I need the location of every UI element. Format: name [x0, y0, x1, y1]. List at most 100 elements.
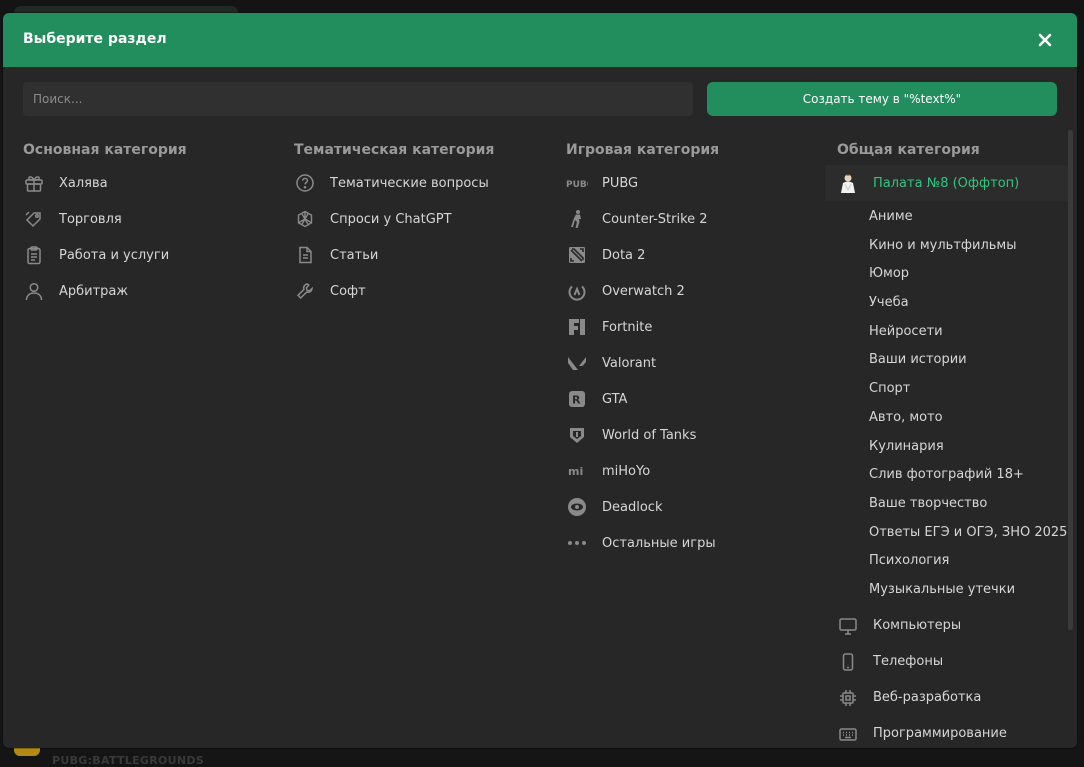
category-item-dota2[interactable]: Dota 2: [566, 237, 836, 273]
subcategory-anime[interactable]: Аниме: [837, 204, 1077, 233]
subcategory-creativity[interactable]: Ваше творчество: [837, 491, 1077, 520]
subcategory-movies[interactable]: Кино и мультфильмы: [837, 233, 1077, 262]
category-item-gta[interactable]: R GTA: [566, 381, 836, 417]
subcategory-exam-answers[interactable]: Ответы ЕГЭ и ОГЭ, ЗНО 2025: [837, 520, 1077, 549]
phone-icon: [837, 651, 859, 673]
category-item-offtop[interactable]: Палата №8 (Оффтоп): [825, 165, 1072, 201]
user-icon: [23, 280, 45, 302]
category-item-computers[interactable]: Компьютеры: [837, 608, 1077, 644]
category-item-label: Арбитраж: [59, 283, 129, 299]
category-item-label: Остальные игры: [602, 535, 716, 551]
avatar-icon: [837, 172, 859, 194]
category-item-label: Valorant: [602, 355, 657, 371]
tag-icon: [23, 208, 45, 230]
category-item-deadlock[interactable]: Deadlock: [566, 489, 836, 525]
category-item-wot[interactable]: World of Tanks: [566, 417, 836, 453]
svg-text:mi: mi: [568, 465, 583, 478]
pubg-icon: PUBG: [566, 172, 588, 194]
subcategory-study[interactable]: Учеба: [837, 290, 1077, 319]
subcategory-auto-moto[interactable]: Авто, мото: [837, 405, 1077, 434]
category-item-pubg[interactable]: PUBG PUBG: [566, 165, 836, 201]
dota-icon: [566, 244, 588, 266]
subcategory-photos-18[interactable]: Слив фотографий 18+: [837, 462, 1077, 491]
category-item-label: Counter-Strike 2: [602, 211, 708, 227]
game-category-column: Игровая категория PUBG PUBG Counter-Stri…: [566, 141, 836, 561]
chip-icon: [837, 687, 859, 709]
subcategory-psychology[interactable]: Психология: [837, 548, 1077, 577]
modal-header: Выберите раздел: [3, 13, 1077, 67]
category-item-label: Веб-разработка: [873, 690, 982, 706]
wrench-icon: [294, 280, 316, 302]
modal-title: Выберите раздел: [23, 31, 167, 47]
category-item-label: Overwatch 2: [602, 283, 685, 299]
deadlock-icon: [566, 496, 588, 518]
category-item-label: Deadlock: [602, 499, 663, 515]
category-item-label: Fortnite: [602, 319, 653, 335]
category-item-label: Компьютеры: [873, 618, 962, 634]
category-item-label: Dota 2: [602, 247, 646, 263]
monitor-icon: [837, 615, 859, 637]
svg-text:PUBG: PUBG: [566, 180, 588, 189]
category-item-label: GTA: [602, 391, 628, 407]
question-icon: [294, 172, 316, 194]
subcategory-sport[interactable]: Спорт: [837, 376, 1077, 405]
category-item-phones[interactable]: Телефоны: [837, 644, 1077, 680]
main-category-title: Основная категория: [23, 142, 187, 158]
category-item-label: Работа и услуги: [59, 247, 170, 263]
document-icon: [294, 244, 316, 266]
subcategory-stories[interactable]: Ваши истории: [837, 347, 1077, 376]
category-item-overwatch[interactable]: Overwatch 2: [566, 273, 836, 309]
category-item-arbitrage[interactable]: Арбитраж: [23, 273, 293, 309]
category-item-mihoyo[interactable]: mi miHoYo: [566, 453, 836, 489]
openai-icon: [294, 208, 316, 230]
category-item-label: Софт: [330, 283, 366, 299]
game-category-title: Игровая категория: [566, 142, 720, 158]
keyboard-icon: [837, 723, 859, 745]
category-item-fortnite[interactable]: Fortnite: [566, 309, 836, 345]
category-item-label: Халява: [59, 175, 108, 191]
thematic-category-title: Тематическая категория: [294, 142, 495, 158]
category-item-label: Спроси у ChatGPT: [330, 211, 452, 227]
subcategory-cooking[interactable]: Кулинария: [837, 434, 1077, 463]
scrollbar[interactable]: [1068, 130, 1073, 630]
category-item-programming[interactable]: Программирование: [837, 716, 1077, 748]
search-input[interactable]: [23, 82, 693, 116]
subcategory-humor[interactable]: Юмор: [837, 261, 1077, 290]
general-category-title: Общая категория: [837, 142, 980, 158]
category-item-label: World of Tanks: [602, 427, 697, 443]
svg-text:R: R: [572, 394, 581, 407]
category-item-label: miHoYo: [602, 463, 651, 479]
close-icon: [1038, 33, 1052, 47]
category-item-label: Телефоны: [873, 654, 944, 670]
counter-strike-icon: [566, 208, 588, 230]
category-item-questions[interactable]: Тематические вопросы: [294, 165, 564, 201]
rockstar-icon: R: [566, 388, 588, 410]
category-item-label: Торговля: [59, 211, 122, 227]
create-topic-button[interactable]: Создать тему в "%text%": [707, 82, 1057, 116]
close-button[interactable]: [1035, 30, 1055, 50]
fortnite-icon: [566, 316, 588, 338]
category-item-articles[interactable]: Статьи: [294, 237, 564, 273]
clipboard-icon: [23, 244, 45, 266]
category-item-web-dev[interactable]: Веб-разработка: [837, 680, 1077, 716]
category-item-other-games[interactable]: Остальные игры: [566, 525, 836, 561]
category-item-software[interactable]: Софт: [294, 273, 564, 309]
category-item-trade[interactable]: Торговля: [23, 201, 293, 237]
category-item-cs2[interactable]: Counter-Strike 2: [566, 201, 836, 237]
category-item-jobs[interactable]: Работа и услуги: [23, 237, 293, 273]
main-category-column: Основная категория Халява Торговля Работ…: [23, 141, 293, 309]
subcategory-neural-networks[interactable]: Нейросети: [837, 319, 1077, 348]
category-item-label: PUBG: [602, 175, 639, 191]
category-item-free[interactable]: Халява: [23, 165, 293, 201]
category-item-valorant[interactable]: Valorant: [566, 345, 836, 381]
valorant-icon: [566, 352, 588, 374]
mihoyo-icon: mi: [566, 460, 588, 482]
subcategory-music-leaks[interactable]: Музыкальные утечки: [837, 577, 1077, 606]
more-dots-icon: [566, 532, 588, 554]
overwatch-icon: [566, 280, 588, 302]
gift-icon: [23, 172, 45, 194]
wot-icon: [566, 424, 588, 446]
thematic-category-column: Тематическая категория Тематические вопр…: [294, 141, 564, 309]
category-item-label: Палата №8 (Оффтоп): [873, 175, 1020, 191]
category-item-chatgpt[interactable]: Спроси у ChatGPT: [294, 201, 564, 237]
